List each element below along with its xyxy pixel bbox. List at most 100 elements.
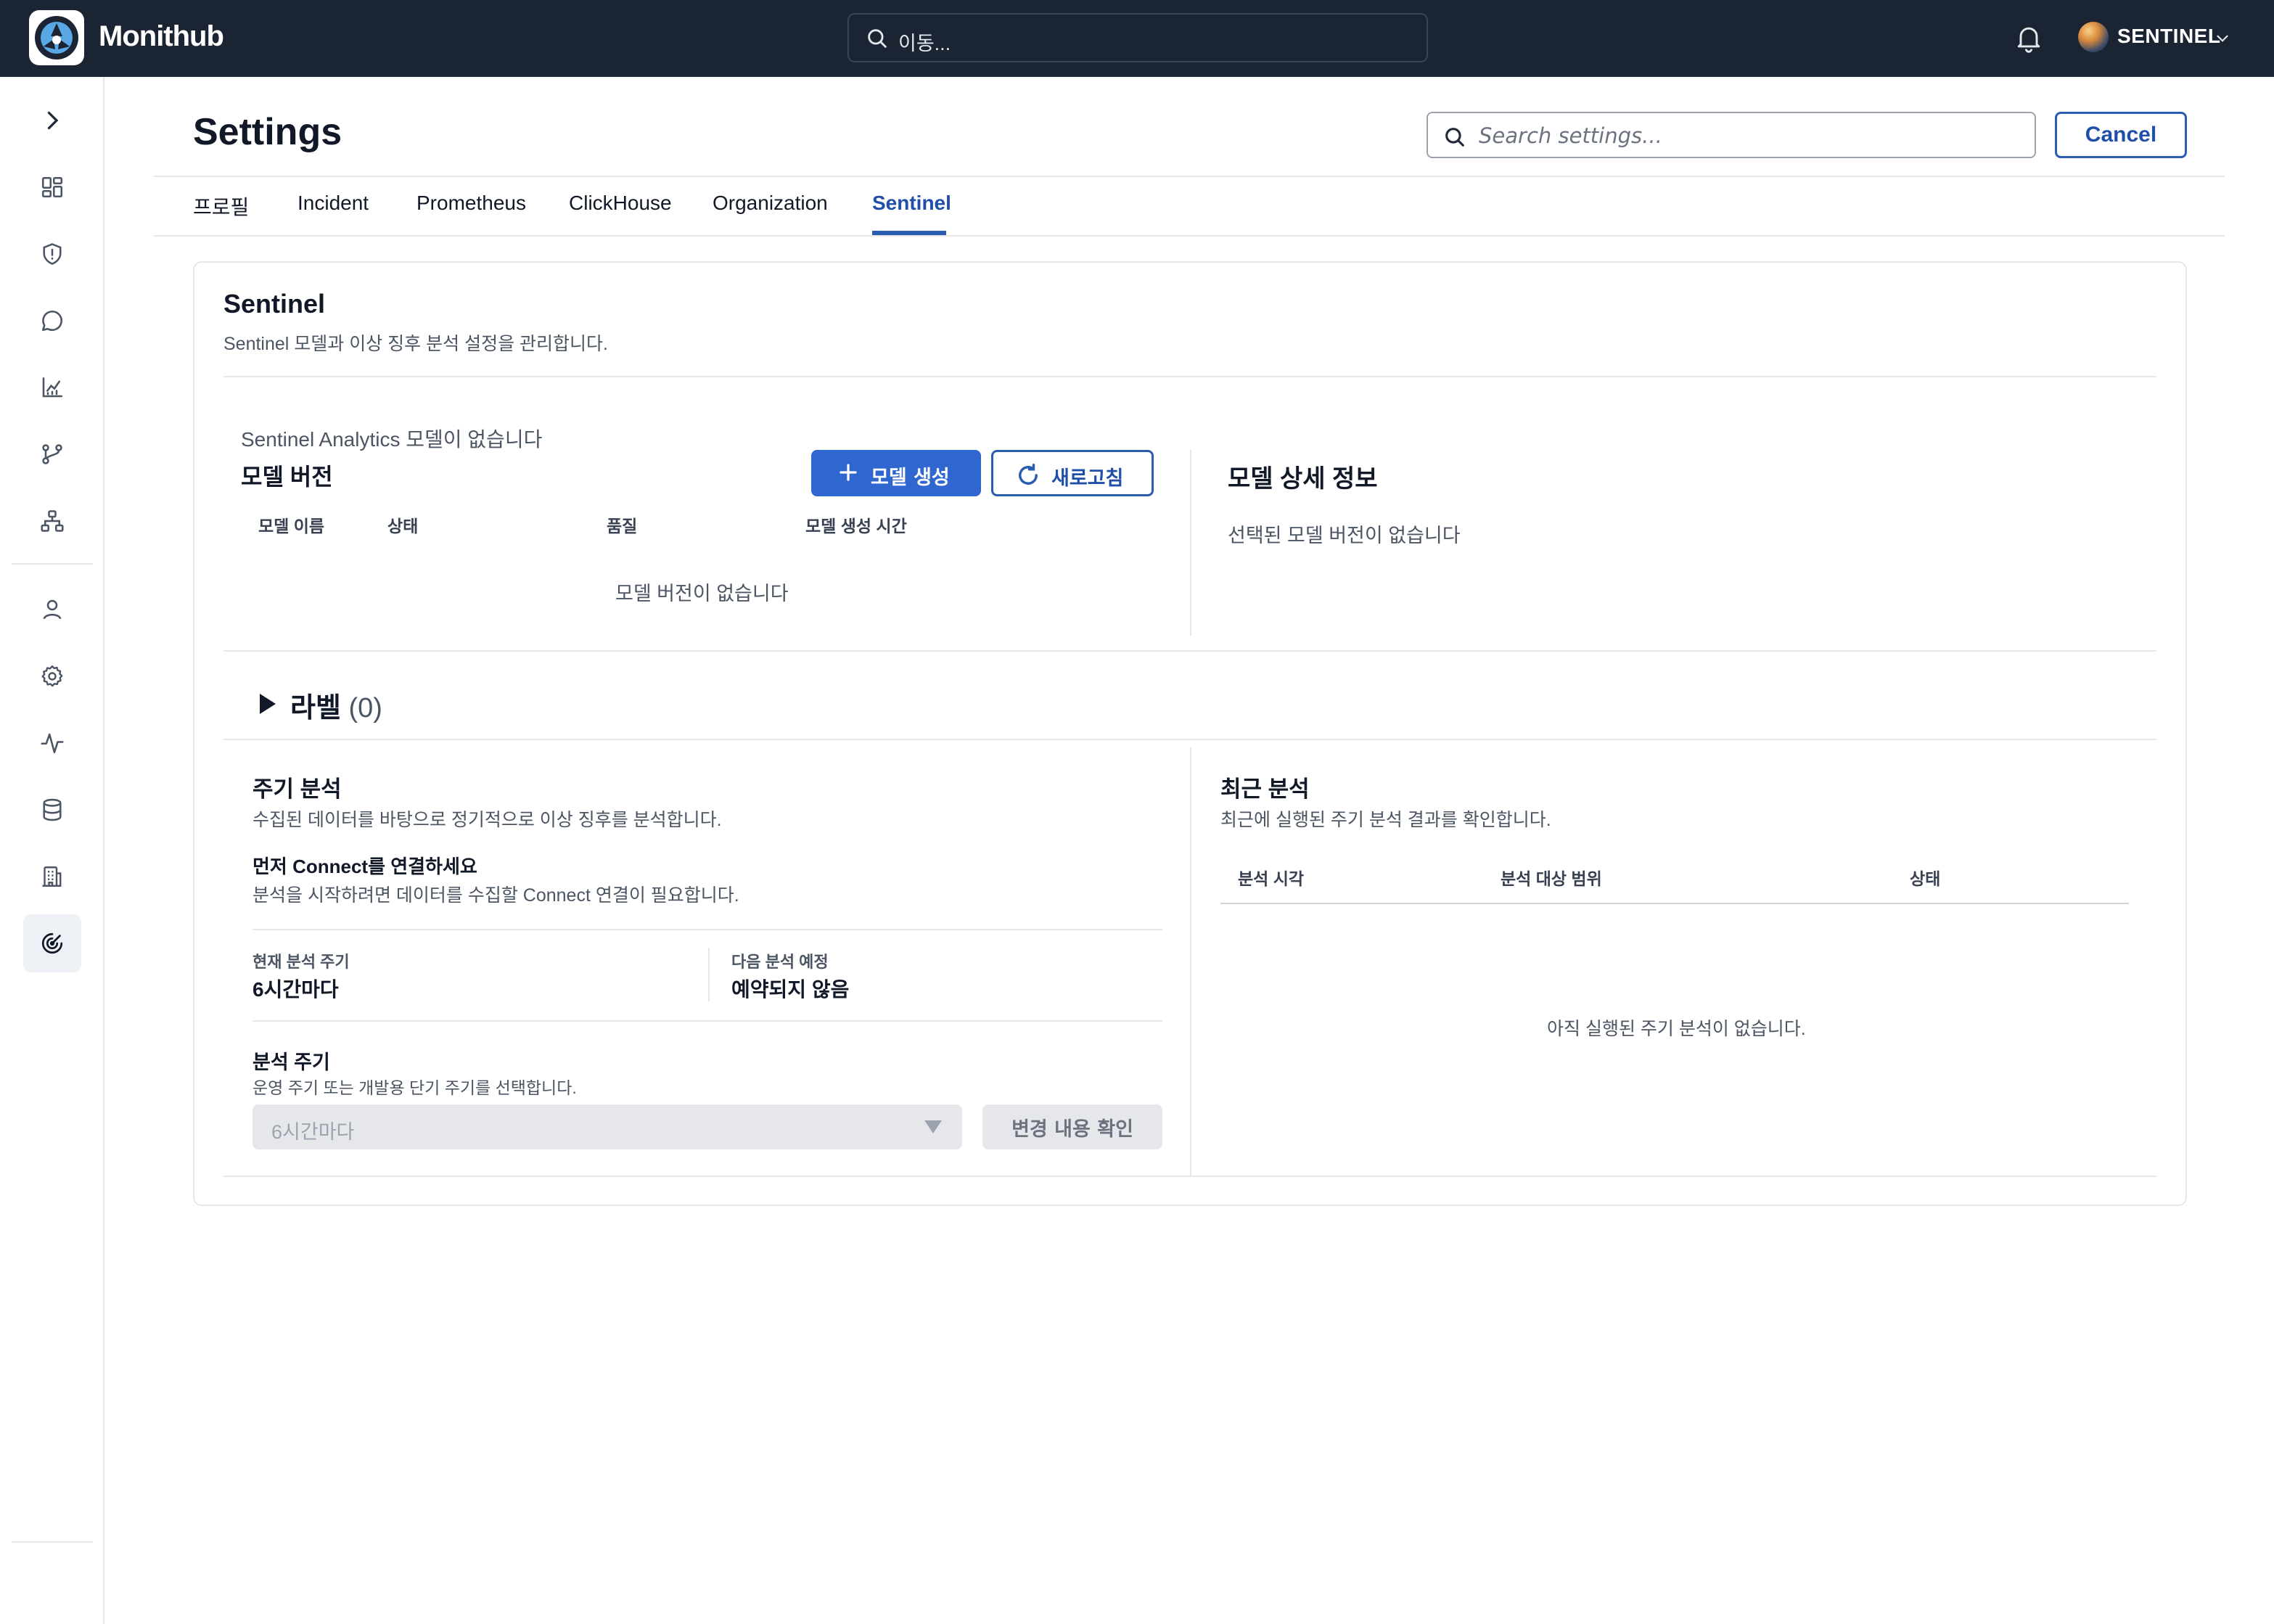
global-search-placeholder: 이동... — [898, 33, 951, 54]
section-divider — [223, 376, 2156, 377]
plus-icon — [840, 464, 857, 481]
page-title: Settings — [193, 111, 342, 153]
confirm-changes-button[interactable]: 변경 내용 확인 — [982, 1104, 1162, 1149]
models-divider — [223, 650, 2156, 652]
refresh-label: 새로고침 — [1051, 467, 1124, 490]
sidebar-expand-button[interactable] — [23, 91, 81, 149]
user-icon — [43, 599, 62, 620]
models-empty-state: 모델 버전이 없습니다 — [615, 583, 789, 604]
sidebar-item-database[interactable] — [23, 781, 81, 839]
git-branch-icon — [42, 444, 62, 464]
global-search-input[interactable]: 이동... — [847, 13, 1428, 62]
sidebar-item-settings[interactable] — [23, 647, 81, 705]
logo-mark-icon — [35, 16, 78, 60]
user-name: SENTINEL — [2117, 25, 2221, 47]
sidebar-item-topology[interactable] — [23, 492, 81, 550]
tab-clickhouse[interactable]: ClickHouse — [569, 192, 672, 215]
model-versions-title: 모델 버전 — [241, 464, 333, 490]
search-icon — [868, 29, 887, 48]
sidebar-item-organization[interactable] — [23, 848, 81, 906]
section-title: Sentinel — [223, 289, 326, 319]
next-run-value: 예약되지 않음 — [731, 978, 850, 1001]
activity-icon — [41, 733, 64, 754]
recent-analysis-title: 최근 분석 — [1220, 776, 1310, 802]
card-bottom-divider — [223, 1176, 2156, 1177]
sidebar-item-users[interactable] — [23, 581, 81, 639]
sentinel-settings-card: Sentinel Sentinel 모델과 이상 징후 분석 설정을 관리합니다… — [193, 261, 2187, 1206]
create-model-label: 모델 생성 — [871, 467, 950, 489]
chevron-down-icon — [2217, 35, 2228, 42]
recent-column-header: 분석 시각 — [1238, 869, 1305, 888]
connect-warning-title: 먼저 Connect를 연결하세요 — [253, 856, 477, 877]
caret-right-icon — [260, 694, 276, 714]
tab-prometheus[interactable]: Prometheus — [416, 192, 526, 215]
labels-divider — [223, 739, 2156, 740]
avatar — [2078, 22, 2109, 52]
connect-warning-description: 분석을 시작하려면 데이터를 수집할 Connect 연결이 필요합니다. — [253, 885, 739, 906]
periodic-title: 주기 분석 — [253, 776, 342, 802]
periodic-description: 수집된 데이터를 바탕으로 정기적으로 이상 징후를 분석합니다. — [253, 810, 722, 830]
building-icon — [42, 866, 62, 887]
shield-alert-icon — [43, 243, 62, 265]
search-icon — [1445, 128, 1464, 147]
tab-profile[interactable]: 프로필 — [193, 192, 249, 221]
bell-icon[interactable] — [2013, 22, 2045, 54]
cancel-button[interactable]: Cancel — [2055, 112, 2187, 158]
chevron-right-icon — [47, 111, 59, 130]
next-run-label: 다음 분석 예정 — [731, 953, 829, 971]
monithub-logo[interactable] — [29, 10, 84, 65]
model-notice: Sentinel Analytics 모델이 없습니다 — [241, 428, 543, 451]
top-navigation-bar: Monithub 이동... SENTINEL — [0, 0, 2274, 77]
network-icon — [41, 510, 64, 532]
sidebar-item-chat[interactable] — [23, 292, 81, 350]
interval-select[interactable]: 6시간마다 — [253, 1104, 962, 1149]
brand-name: Monithub — [99, 20, 224, 52]
refresh-button[interactable]: 새로고침 — [991, 450, 1154, 496]
recent-column-header: 상태 — [1910, 869, 1941, 888]
column-header: 모델 이름 — [258, 517, 325, 536]
model-panel-divider — [1190, 450, 1191, 636]
current-interval-value: 6시간마다 — [253, 978, 339, 1001]
sidebar-item-git[interactable] — [23, 425, 81, 483]
interval-select-value: 6시간마다 — [271, 1121, 355, 1143]
radar-icon — [41, 932, 63, 954]
labels-count: (0) — [348, 693, 382, 723]
tab-sentinel[interactable]: Sentinel — [872, 192, 951, 215]
recent-column-header: 분석 대상 범위 — [1501, 869, 1602, 888]
sidebar-divider — [12, 563, 93, 565]
tabs-divider — [154, 235, 2225, 237]
interval-setting-description: 운영 주기 또는 개발용 단기 주기를 선택합니다. — [253, 1078, 577, 1097]
sidebar-item-dashboard[interactable] — [23, 158, 81, 216]
header-divider — [154, 176, 2225, 177]
tab-organization[interactable]: Organization — [713, 192, 828, 215]
dropdown-arrow-icon — [924, 1120, 942, 1133]
gear-icon — [41, 665, 63, 687]
sidebar-item-monitoring[interactable] — [23, 714, 81, 772]
model-detail-empty: 선택된 모델 버전이 없습니다 — [1228, 525, 1461, 546]
recent-table-header-divider — [1220, 903, 2129, 904]
recent-analysis-empty: 아직 실행된 주기 분석이 없습니다. — [1547, 1019, 1806, 1039]
stats-divider — [253, 1020, 1162, 1022]
dashboard-icon — [41, 176, 63, 198]
tab-incident[interactable]: Incident — [297, 192, 369, 215]
column-header: 모델 생성 시간 — [805, 517, 907, 536]
stat-divider — [708, 948, 710, 1001]
settings-search-input[interactable] — [1479, 120, 2016, 151]
labels-title: 라벨 — [290, 693, 341, 723]
chat-icon — [41, 310, 62, 332]
database-icon — [43, 798, 62, 821]
section-description: Sentinel 모델과 이상 징후 분석 설정을 관리합니다. — [223, 334, 608, 354]
sidebar — [0, 77, 104, 1624]
model-detail-title: 모델 상세 정보 — [1228, 465, 1378, 493]
settings-search-field[interactable] — [1427, 112, 2036, 158]
current-interval-label: 현재 분석 주기 — [253, 953, 350, 971]
sidebar-item-analytics[interactable] — [23, 358, 81, 417]
sidebar-item-sentinel[interactable] — [23, 914, 81, 972]
create-model-button[interactable]: 모델 생성 — [811, 450, 981, 496]
column-header: 품질 — [607, 517, 638, 536]
sidebar-item-incident[interactable] — [23, 225, 81, 283]
periodic-divider — [253, 929, 1162, 930]
chart-icon — [42, 377, 63, 398]
recent-analysis-description: 최근에 실행된 주기 분석 결과를 확인합니다. — [1220, 810, 1551, 830]
sidebar-bottom-divider — [12, 1541, 93, 1543]
